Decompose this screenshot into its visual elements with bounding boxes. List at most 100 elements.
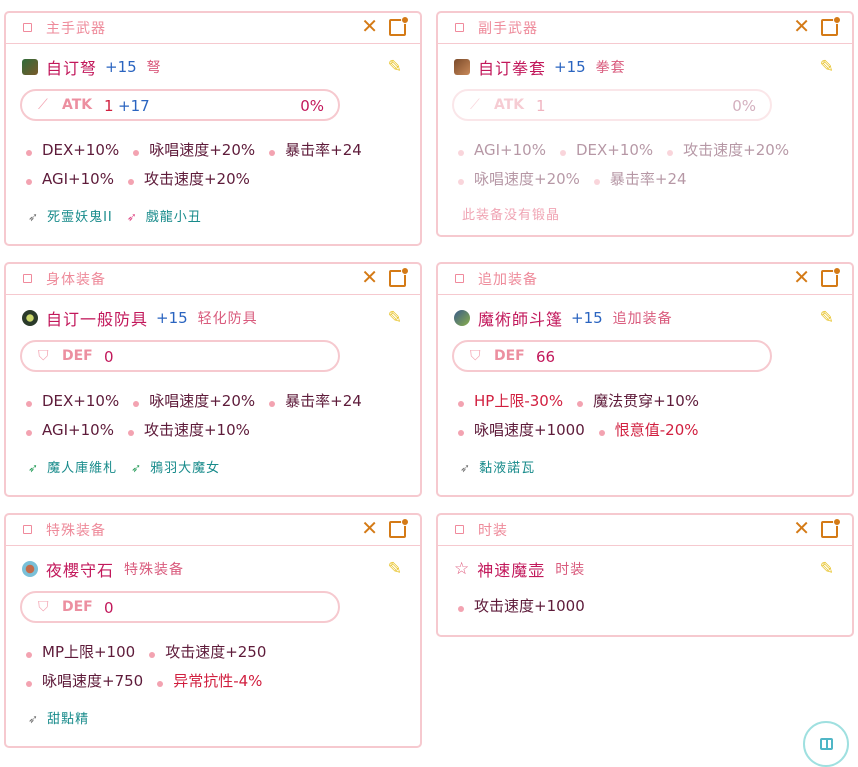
item-row[interactable]: 自订拳套 +15 拳套 xyxy=(454,55,626,78)
stat-item: 暴击率+24 xyxy=(594,168,687,189)
star-icon: ☆ xyxy=(454,559,470,579)
item-row[interactable]: 自订一般防具 +15 轻化防具 xyxy=(22,306,258,329)
checkbox-icon[interactable] xyxy=(455,525,464,534)
stat-item: 咏唱速度+20% xyxy=(133,390,255,411)
card-name: 黏液諾瓦 xyxy=(479,461,536,476)
stat-item: 咏唱速度+1000 xyxy=(458,419,585,440)
stat-item: 咏唱速度+20% xyxy=(458,168,580,189)
slot-fashion: 时装 ✕ ☆ 神速魔壶 时装 ✎ 攻击速度+1000 xyxy=(436,513,854,637)
item-type: 拳套 xyxy=(595,60,626,76)
card-chip[interactable]: ➶ 戲龍小丑 xyxy=(127,206,202,225)
open-window-button[interactable] xyxy=(821,518,841,538)
stat-item: 咏唱速度+750 xyxy=(26,670,143,691)
item-row[interactable]: 自订弩 +15 弩 xyxy=(22,55,162,78)
stat-value: 0 xyxy=(104,599,114,617)
knuckle-icon xyxy=(454,59,470,75)
stat-item: 攻击速度+20% xyxy=(667,139,789,160)
close-button[interactable]: ✕ xyxy=(361,15,378,37)
open-window-button[interactable] xyxy=(821,16,841,36)
stat-item: DEX+10% xyxy=(26,141,119,159)
stat-item: 异常抗性-4% xyxy=(157,670,262,691)
item-type: 特殊装备 xyxy=(124,562,185,578)
checkbox-icon[interactable] xyxy=(23,525,32,534)
card-list: ➶ 魔人庫維札 ➶ 鴉羽大魔女 xyxy=(28,457,234,476)
stat-item: 攻击速度+20% xyxy=(128,168,250,189)
stat-item: 魔法贯穿+10% xyxy=(577,390,699,411)
stat-item: 咏唱速度+20% xyxy=(133,139,255,160)
refine-level: +15 xyxy=(105,58,137,76)
checkbox-icon[interactable] xyxy=(23,23,32,32)
gray-card-icon: ➶ xyxy=(28,210,40,224)
edit-pencil-icon[interactable]: ✎ xyxy=(388,57,402,77)
card-name: 戲龍小丑 xyxy=(145,210,202,225)
slot-header: 主手武器 ✕ xyxy=(6,13,420,44)
slot-main-weapon: 主手武器 ✕ 自订弩 +15 弩 ✎ ⟋ ATK 1 +17 0% DEX+10% 咏… xyxy=(4,11,422,246)
panel-icon xyxy=(820,738,833,750)
card-name: 鴉羽大魔女 xyxy=(150,461,221,476)
slot-title: 特殊装备 xyxy=(46,523,106,539)
stat-value: 1 xyxy=(104,97,114,115)
close-button[interactable]: ✕ xyxy=(361,517,378,539)
item-name: 神速魔壶 xyxy=(477,561,546,580)
edit-pencil-icon[interactable]: ✎ xyxy=(820,57,834,77)
shield-icon: ⛉ xyxy=(470,348,481,364)
edit-pencil-icon[interactable]: ✎ xyxy=(820,559,834,579)
close-button[interactable]: ✕ xyxy=(793,15,810,37)
no-crystal-note: 此装备没有锻晶 xyxy=(462,208,561,223)
gray-card-icon: ➶ xyxy=(28,712,40,726)
card-list: ➶ 死霊妖鬼II ➶ 戲龍小丑 xyxy=(28,206,216,225)
open-window-button[interactable] xyxy=(821,267,841,287)
item-name: 魔術師斗篷 xyxy=(478,310,564,329)
stat-label: ATK xyxy=(62,97,93,113)
stat-list: DEX+10% 咏唱速度+20% 暴击率+24 AGI+10% 攻击速度+20% xyxy=(26,139,406,197)
stat-item: 恨意值-20% xyxy=(599,419,699,440)
stat-item: DEX+10% xyxy=(26,392,119,410)
stat-list: AGI+10% DEX+10% 攻击速度+20% 咏唱速度+20% 暴击率+24 xyxy=(458,139,838,197)
item-name: 夜櫻守石 xyxy=(46,561,115,580)
edit-pencil-icon[interactable]: ✎ xyxy=(388,308,402,328)
slot-title: 副手武器 xyxy=(478,21,538,37)
stat-list: DEX+10% 咏唱速度+20% 暴击率+24 AGI+10% 攻击速度+10% xyxy=(26,390,406,448)
card-chip[interactable]: ➶ 甜點精 xyxy=(28,708,89,727)
card-chip[interactable]: ➶ 黏液諾瓦 xyxy=(460,457,535,476)
checkbox-icon[interactable] xyxy=(455,274,464,283)
item-row[interactable]: 夜櫻守石 特殊装备 xyxy=(22,557,185,580)
slot-header: 副手武器 ✕ xyxy=(438,13,852,44)
card-chip[interactable]: ➶ 鴉羽大魔女 xyxy=(131,457,220,476)
item-type: 追加装备 xyxy=(612,311,673,327)
checkbox-icon[interactable] xyxy=(455,23,464,32)
item-row[interactable]: ☆ 神速魔壶 时装 xyxy=(454,557,585,580)
stat-item: AGI+10% xyxy=(26,421,114,439)
close-button[interactable]: ✕ xyxy=(793,266,810,288)
checkbox-icon[interactable] xyxy=(23,274,32,283)
layout-toggle-button[interactable] xyxy=(803,721,849,767)
slot-additional-gear: 追加装备 ✕ 魔術師斗篷 +15 追加装备 ✎ ⛉ DEF 66 HP上限-30% 魔… xyxy=(436,262,854,497)
edit-pencil-icon[interactable]: ✎ xyxy=(820,308,834,328)
open-window-button[interactable] xyxy=(389,518,409,538)
close-button[interactable]: ✕ xyxy=(361,266,378,288)
gray-card-icon: ➶ xyxy=(460,461,472,475)
edit-pencil-icon[interactable]: ✎ xyxy=(388,559,402,579)
stat-label: ATK xyxy=(494,97,525,113)
card-name: 甜點精 xyxy=(47,712,90,727)
card-name: 魔人庫維札 xyxy=(47,461,118,476)
slot-title: 追加装备 xyxy=(478,272,538,288)
slot-header: 追加装备 ✕ xyxy=(438,264,852,295)
close-button[interactable]: ✕ xyxy=(793,517,810,539)
shield-icon: ⛉ xyxy=(38,599,49,615)
stat-list: HP上限-30% 魔法贯穿+10% 咏唱速度+1000 恨意值-20% xyxy=(458,390,838,448)
pink-card-icon: ➶ xyxy=(126,210,138,224)
slot-title: 时装 xyxy=(478,523,508,539)
card-list: ➶ 黏液諾瓦 xyxy=(460,457,549,476)
open-window-button[interactable] xyxy=(389,267,409,287)
open-window-button[interactable] xyxy=(389,16,409,36)
refine-level: +15 xyxy=(156,309,188,327)
stat-percent: 0% xyxy=(300,97,324,115)
stat-label: DEF xyxy=(62,348,93,364)
stone-icon xyxy=(22,561,38,577)
card-chip[interactable]: ➶ 死霊妖鬼II xyxy=(28,206,113,225)
stat-value: 1 xyxy=(536,97,546,115)
item-name: 自订拳套 xyxy=(478,59,547,78)
item-row[interactable]: 魔術師斗篷 +15 追加装备 xyxy=(454,306,673,329)
card-chip[interactable]: ➶ 魔人庫維札 xyxy=(28,457,117,476)
